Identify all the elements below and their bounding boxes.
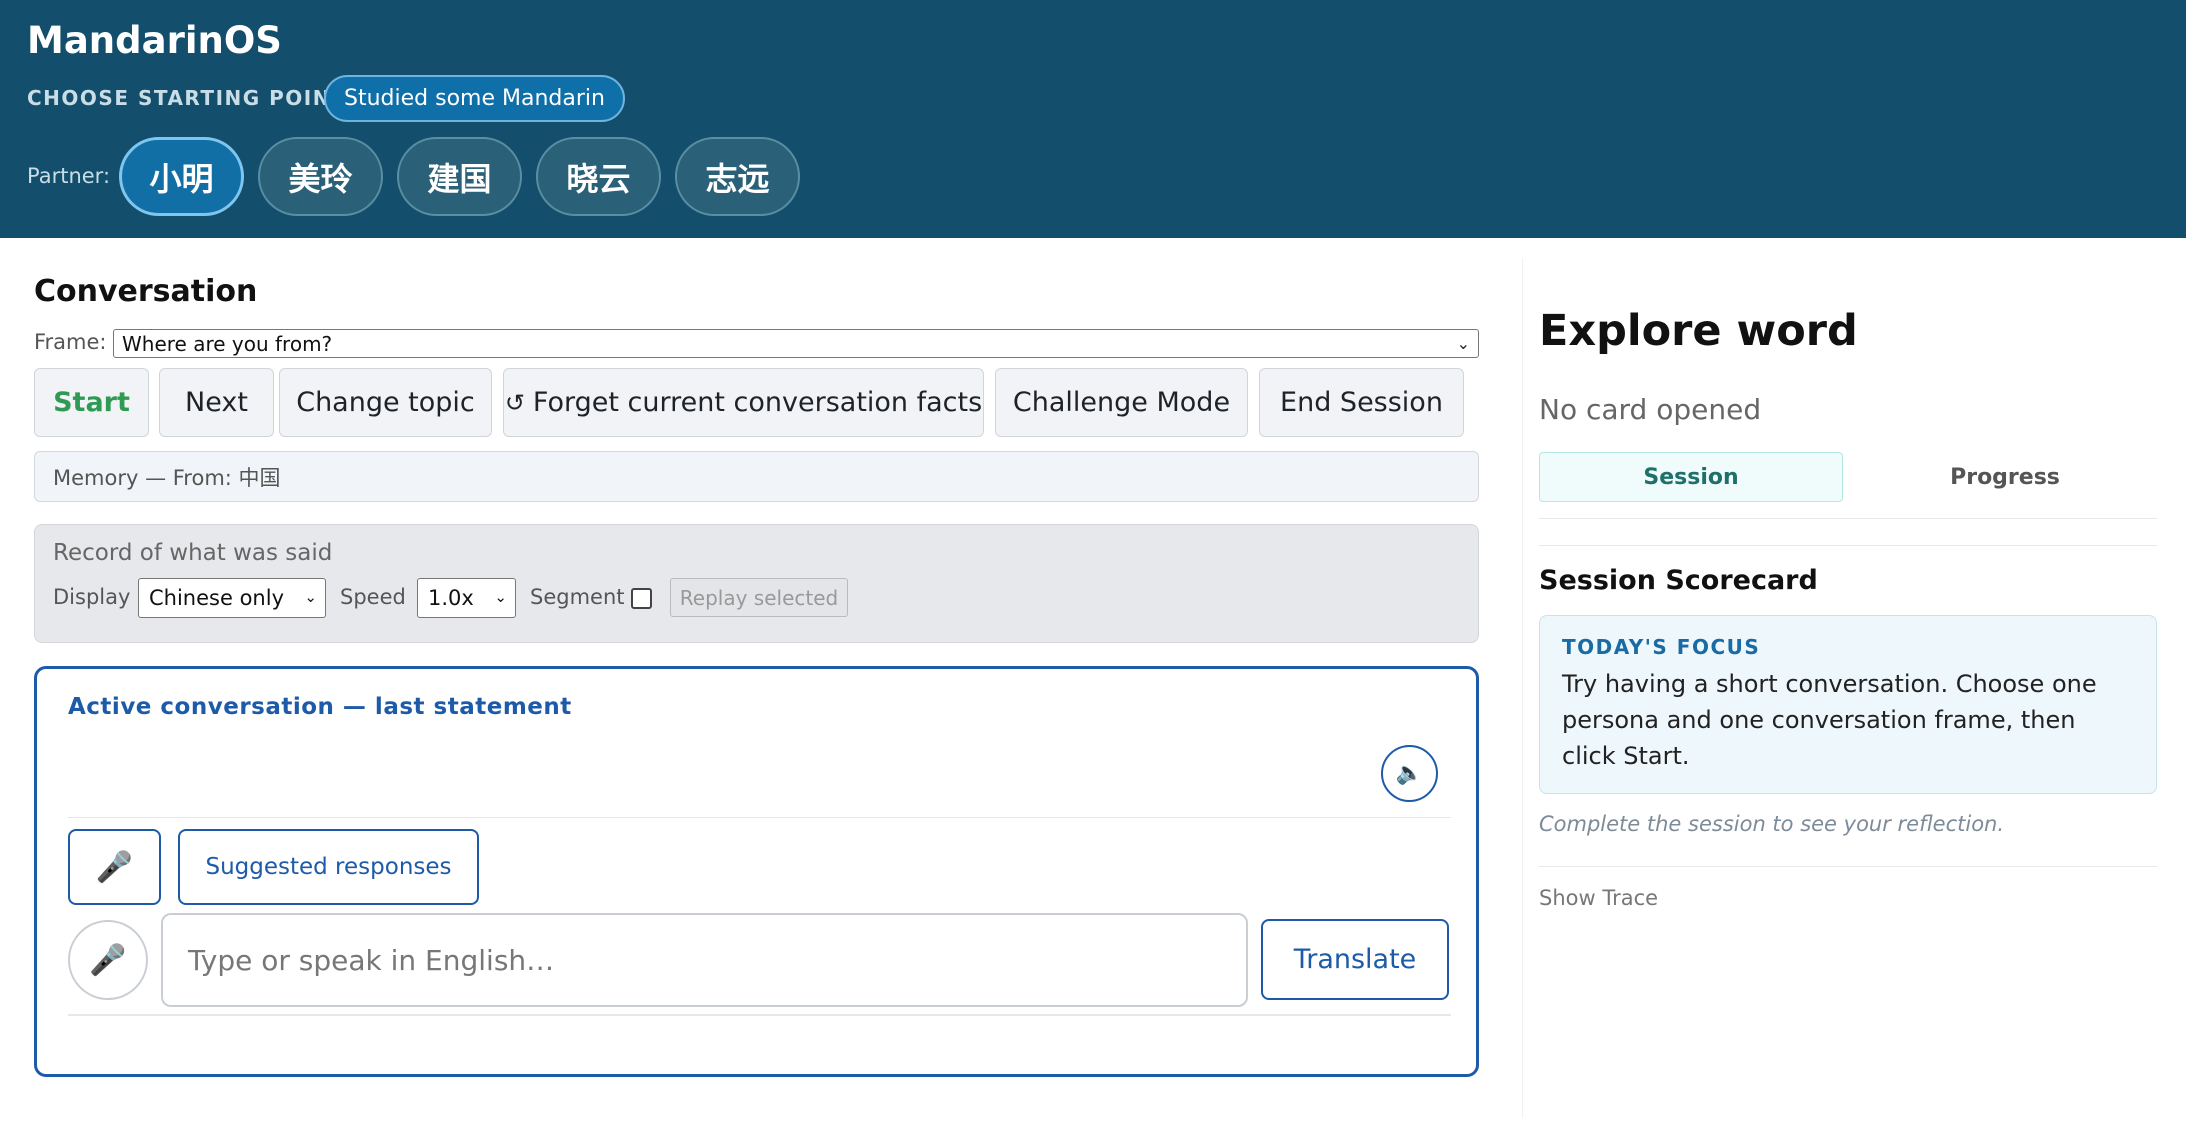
challenge-mode-button[interactable]: Challenge Mode [995,368,1248,437]
panel-separator [1522,258,1523,1118]
english-input[interactable]: Type or speak in English… [161,913,1248,1007]
app-title: MandarinOS [27,19,282,62]
divider [1539,866,2157,867]
next-button[interactable]: Next [159,368,274,437]
partner-button-xiaoming[interactable]: 小明 [119,137,244,216]
refresh-icon: ↺ [504,388,525,417]
chevron-down-icon: ⌄ [494,588,507,606]
translate-button[interactable]: Translate [1261,919,1449,1000]
forget-facts-button[interactable]: ↺ Forget current conversation facts [503,368,984,437]
frame-select-value: Where are you from? [122,331,333,356]
tab-session[interactable]: Session [1539,452,1843,502]
app-header: MandarinOS CHOOSE STARTING POINT Studied… [0,0,2186,238]
speed-select-value: 1.0x [428,586,474,610]
tab-progress[interactable]: Progress [1850,452,2160,502]
active-conversation-panel: Active conversation — last statement 🔈 🎤… [34,666,1479,1077]
segment-label: Segment [530,585,625,609]
explore-word-title: Explore word [1539,306,1858,356]
todays-focus-text: Try having a short conversation. Choose … [1562,670,2097,770]
frame-select[interactable]: Where are you from? ⌄ [113,329,1479,358]
starting-point-selector[interactable]: Studied some Mandarin [324,75,625,122]
show-trace-link[interactable]: Show Trace [1539,886,1658,910]
memory-bar: Memory — From: 中国 [34,451,1479,502]
record-title: Record of what was said [53,540,333,566]
partner-button-jianguo[interactable]: 建国 [397,137,522,216]
change-topic-button[interactable]: Change topic [279,368,492,437]
end-session-button[interactable]: End Session [1259,368,1464,437]
microphone-icon[interactable]: 🎤 [68,920,148,1000]
divider [68,817,1451,818]
active-conversation-title: Active conversation — last statement [68,694,572,720]
suggested-responses-button[interactable]: Suggested responses [178,829,479,905]
replay-selected-button[interactable]: Replay selected [670,578,848,617]
starting-point-label: CHOOSE STARTING POINT [27,86,347,110]
speaker-icon[interactable]: 🔈 [1381,745,1438,802]
speed-select[interactable]: 1.0x ⌄ [417,578,516,618]
divider [1539,518,2157,519]
reflection-note: Complete the session to see your reflect… [1539,812,2005,836]
display-label: Display [53,585,131,609]
divider [68,1014,1451,1016]
segment-checkbox[interactable] [631,588,652,609]
record-panel: Record of what was said Display Chinese … [34,524,1479,643]
speed-label: Speed [340,585,406,609]
todays-focus-label: TODAY'S FOCUS [1562,635,1761,659]
session-scorecard-title: Session Scorecard [1539,565,1818,596]
todays-focus-card: TODAY'S FOCUS Try having a short convers… [1539,615,2157,794]
partner-button-xiaoyun[interactable]: 晓云 [536,137,661,216]
display-select-value: Chinese only [149,586,284,610]
microphone-icon[interactable]: 🎤 [68,829,161,905]
divider [1539,545,2157,546]
frame-label: Frame: [34,330,107,354]
start-button[interactable]: Start [34,368,149,437]
chevron-down-icon: ⌄ [304,588,317,606]
chevron-down-icon: ⌄ [1456,334,1470,353]
no-card-text: No card opened [1539,393,1762,426]
forget-facts-label: Forget current conversation facts [532,387,983,418]
partner-label: Partner: [27,164,111,188]
display-select[interactable]: Chinese only ⌄ [138,578,326,618]
partner-button-zhiyuan[interactable]: 志远 [675,137,800,216]
conversation-title: Conversation [34,274,258,309]
partner-button-meiling[interactable]: 美玲 [258,137,383,216]
